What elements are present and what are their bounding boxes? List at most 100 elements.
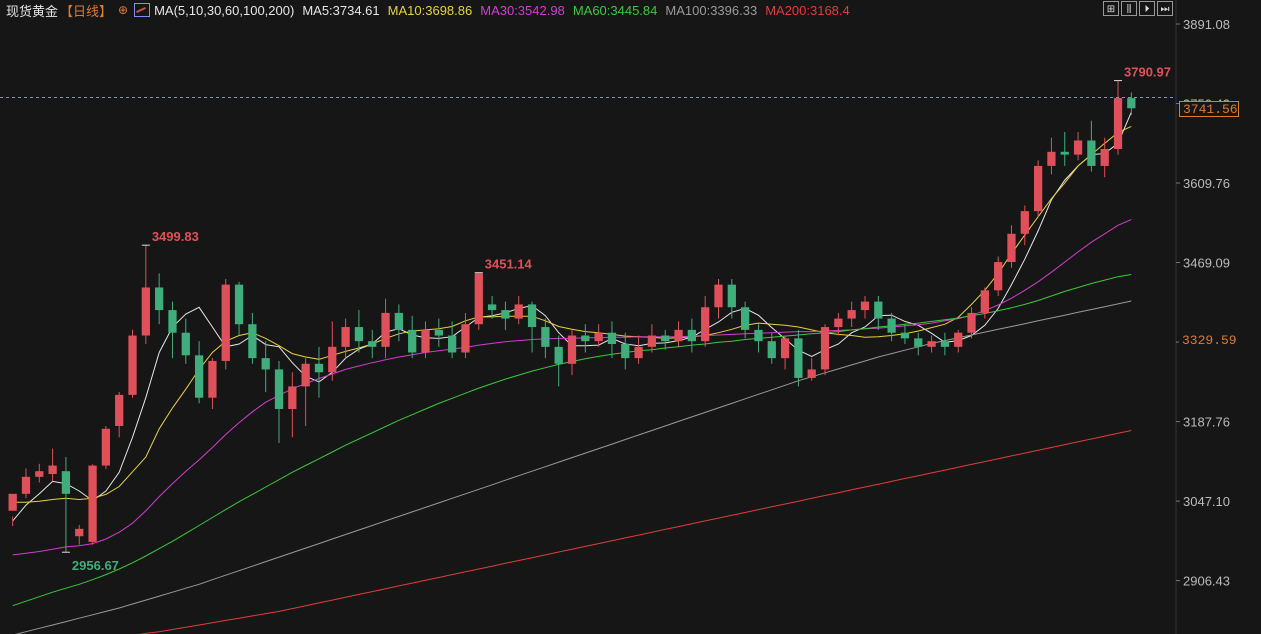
candle-body-17 [234,284,244,325]
candle-body-46 [621,344,630,359]
ma-config-label[interactable]: MA(5,10,30,60,100,200) [154,3,294,18]
candle-body-39 [527,304,537,328]
annotation-label-0: 3790.97 [1124,65,1171,80]
candle-body-31 [421,329,430,353]
layout-grid-icon[interactable]: ⊞ [1103,1,1119,16]
candle-body-8 [115,394,124,426]
ma-line-ma60 [12,274,1132,607]
candle-body-9 [128,335,137,395]
candle-body-52 [701,307,710,342]
ma-value-3: MA60:3445.84 [572,2,658,18]
candle-body-77 [1033,165,1043,212]
candle-body-27 [368,341,377,347]
candle-body-79 [1060,151,1069,155]
annotation-label-2: 3451.14 [485,257,533,272]
instrument-title: 现货黄金 [6,3,59,19]
candle-body-82 [1100,148,1109,166]
chart-header: 现货黄金 【日线】 ⊕ MA(5,10,30,60,100,200) MA5:3… [0,0,1100,20]
candle-body-12 [168,310,177,333]
ma-value-1: MA10:3698.86 [387,2,473,18]
candle-body-4 [61,471,71,494]
candle-body-37 [501,310,510,319]
candle-body-18 [248,324,257,359]
candle-body-56 [754,329,763,342]
candle-body-21 [288,386,297,410]
ma-indicator-icon[interactable] [134,3,151,17]
candle-body-42 [567,335,577,364]
candle-body-75 [1007,233,1016,263]
last-price-tag: 3741.56 [1179,100,1239,117]
annotation-label-1: 3499.83 [152,229,199,244]
split-view-icon[interactable]: ⫼ [1121,1,1137,16]
candle-body-53 [714,284,723,308]
candle-body-2 [35,471,44,477]
candle-body-11 [155,287,164,311]
candle-body-74 [994,262,1003,291]
candle-body-50 [674,329,683,342]
ma-values: MA5:3734.61 MA10:3698.86 MA30:3542.98 MA60:… [302,3,857,18]
y-tick-label-0: 3891.08 [1183,17,1230,32]
candle-body-24 [328,346,337,373]
candle-body-67 [900,332,910,339]
candle-body-57 [767,341,776,359]
y-tick-label-6: 3047.10 [1183,494,1230,509]
candle-body-78 [1047,151,1056,166]
candle-body-70 [940,341,950,347]
candle-body-71 [954,332,963,347]
chart-toolbar: ⊞ ⫼ ⏵ ⏭ [1103,1,1173,16]
candle-body-1 [21,476,31,494]
candle-body-28 [381,312,390,347]
annotation-label-3: 2956.67 [72,558,119,573]
candle-body-62 [834,318,843,328]
candle-body-36 [487,304,497,311]
candle-body-33 [448,335,457,353]
candle-body-65 [874,301,883,319]
candle-body-44 [594,332,603,342]
candle-body-6 [88,465,97,542]
period-label[interactable]: 【日线】 [60,1,112,20]
candle-body-66 [887,318,896,333]
ma-line-ma30 [12,219,1132,556]
candle-body-60 [807,369,816,378]
y-tick-label-7: 2906.43 [1183,574,1230,589]
candle-body-54 [727,284,736,308]
y-tick-label-3: 3469.09 [1183,256,1230,271]
y-tick-label-2: 3609.76 [1183,176,1230,191]
candle-body-40 [541,327,550,347]
ma-value-4: MA100:3396.33 [665,2,758,18]
candle-body-29 [394,312,403,330]
candle-body-0 [8,493,17,511]
candle-body-80 [1073,140,1083,155]
candle-body-49 [661,335,670,342]
ma-value-5: MA200:3168.4 [765,2,850,18]
candle-body-7 [101,428,111,466]
candle-body-59 [794,338,803,378]
candle-body-45 [607,332,617,345]
play-icon[interactable]: ⏵ [1139,1,1155,16]
ma-value-0: MA5:3734.61 [302,2,380,18]
candle-body-13 [181,332,190,356]
candle-body-5 [75,528,84,537]
y-tick-label-5: 3187.76 [1183,415,1230,430]
add-circle-icon[interactable]: ⊕ [118,3,128,17]
candlestick-chart[interactable]: 3891.083750.423609.763469.093328.433187.… [0,0,1261,634]
candle-body-47 [634,346,643,359]
candle-body-26 [354,327,364,342]
candle-body-15 [208,360,217,398]
candle-body-22 [301,363,310,387]
candle-body-73 [980,290,989,313]
candle-body-43 [581,335,590,342]
candle-body-81 [1087,140,1096,166]
ma-line-ma10 [12,125,1132,503]
candle-body-76 [1020,211,1029,234]
candle-body-19 [261,358,270,370]
candle-body-3 [48,465,57,475]
candle-body-83 [1113,98,1123,149]
candle-body-23 [314,363,324,373]
candle-body-51 [687,329,696,342]
candle-body-14 [194,355,204,398]
candle-body-84 [1127,98,1136,109]
candle-body-34 [461,324,470,353]
skip-end-icon[interactable]: ⏭ [1157,1,1173,16]
candle-body-64 [860,301,870,311]
